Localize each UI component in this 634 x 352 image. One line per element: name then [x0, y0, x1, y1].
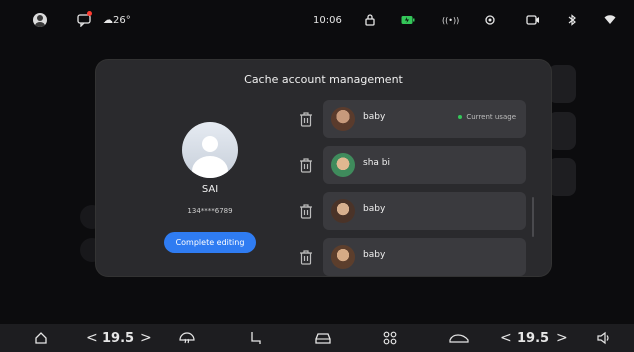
- bottom-dock: < 19.5 > < 19.5 >: [0, 324, 634, 352]
- location-target-icon: [485, 15, 495, 25]
- defrost-button[interactable]: [178, 330, 196, 346]
- profile-phone: 134****6789: [187, 207, 233, 215]
- list-scrollbar[interactable]: [532, 197, 534, 237]
- status-bar: ☁26° 10:06 ((•)): [0, 0, 634, 40]
- car-airflow-icon: [449, 334, 469, 343]
- broadcast-icon: ((•)): [442, 15, 460, 25]
- bluetooth-status: [567, 12, 577, 28]
- account-avatar: [331, 199, 355, 223]
- weather-text: ☁26°: [103, 14, 131, 26]
- status-dot: [458, 115, 463, 119]
- battery-status: [401, 12, 415, 28]
- weather-indicator: ☁26°: [103, 12, 131, 28]
- profile-avatar[interactable]: [182, 122, 238, 178]
- trash-icon[interactable]: [299, 203, 313, 219]
- account-avatar: [331, 153, 355, 177]
- home-button[interactable]: [34, 330, 48, 346]
- account-avatar: [331, 245, 355, 269]
- chevron-left-icon: <: [86, 330, 98, 346]
- account-item[interactable]: baby: [323, 238, 526, 276]
- modal-title: Cache account management: [244, 73, 403, 86]
- trash-icon[interactable]: [299, 157, 313, 173]
- car-button[interactable]: [314, 330, 332, 346]
- background-card: [548, 65, 576, 103]
- avatar-body: [192, 156, 228, 178]
- seat-button[interactable]: [248, 330, 262, 346]
- wifi-status: [604, 12, 616, 28]
- right-temp-decrease[interactable]: <: [500, 330, 512, 346]
- car-icon: [315, 333, 331, 344]
- apps-grid-icon: [383, 331, 397, 345]
- location-status: [484, 12, 496, 28]
- account-item[interactable]: sha bi: [323, 146, 526, 184]
- chevron-right-icon: >: [140, 330, 152, 346]
- volume-button[interactable]: [596, 330, 612, 346]
- user-avatar-button[interactable]: [33, 12, 47, 28]
- trash-icon[interactable]: [299, 249, 313, 265]
- seat-icon: [251, 332, 261, 344]
- wifi-icon: [604, 15, 616, 24]
- account-row: sha bi: [296, 146, 536, 184]
- camera-icon: [526, 15, 539, 25]
- left-temp-increase[interactable]: >: [140, 330, 152, 346]
- account-list: baby Current usage sha bi baby baby: [296, 100, 536, 276]
- complete-editing-button[interactable]: Complete editing: [164, 232, 256, 253]
- account-avatar: [331, 107, 355, 131]
- account-name: baby: [363, 204, 386, 214]
- account-name: sha bi: [363, 158, 390, 168]
- user-icon: [33, 13, 47, 27]
- account-item[interactable]: baby Current usage: [323, 100, 526, 138]
- bluetooth-icon: [568, 14, 576, 26]
- left-temp-decrease[interactable]: <: [86, 330, 98, 346]
- avatar-head: [202, 136, 218, 152]
- account-row: baby: [296, 192, 536, 230]
- lock-icon: [365, 14, 375, 26]
- background-card: [548, 112, 576, 150]
- account-name: baby: [363, 250, 386, 260]
- current-usage-badge: Current usage: [458, 113, 516, 121]
- car-airflow-button[interactable]: [448, 330, 470, 346]
- notification-dot: [87, 11, 92, 16]
- right-temp-value: 19.5: [517, 330, 550, 346]
- messages-button[interactable]: [77, 11, 92, 28]
- lock-status: [364, 12, 376, 28]
- profile-name: SAI: [201, 184, 219, 195]
- right-temp-increase[interactable]: >: [556, 330, 568, 346]
- trash-icon[interactable]: [299, 111, 313, 127]
- account-row: baby Current usage: [296, 100, 536, 138]
- chevron-left-icon: <: [500, 330, 512, 346]
- battery-charging-icon: [401, 16, 415, 24]
- home-icon: [35, 332, 47, 344]
- camera-status: [526, 12, 540, 28]
- account-name: baby: [363, 112, 386, 122]
- defrost-icon: [179, 332, 195, 344]
- badge-text: Current usage: [466, 113, 516, 121]
- chevron-right-icon: >: [556, 330, 568, 346]
- account-item[interactable]: baby: [323, 192, 526, 230]
- left-temp-value: 19.5: [102, 330, 135, 346]
- background-card: [548, 158, 576, 196]
- account-row: baby: [296, 238, 536, 276]
- volume-icon: [597, 331, 609, 345]
- hotspot-status: ((•)): [442, 12, 459, 28]
- cache-account-modal: Cache account management SAI 134****6789…: [96, 60, 551, 276]
- clock: 10:06: [313, 12, 342, 28]
- apps-button[interactable]: [383, 330, 397, 346]
- time-text: 10:06: [313, 14, 342, 26]
